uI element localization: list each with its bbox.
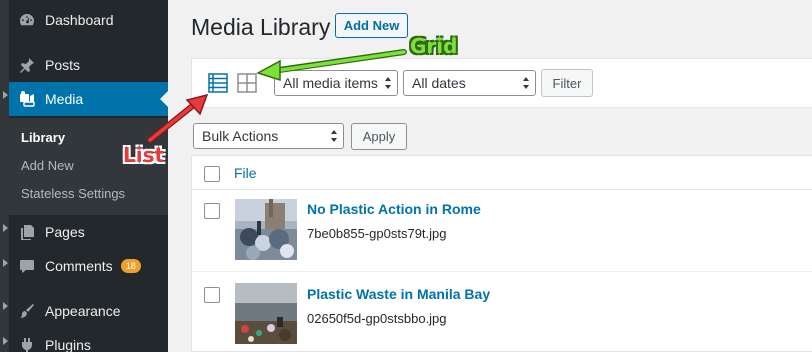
row-checkbox[interactable] — [204, 287, 220, 303]
sidebar-item-comments[interactable]: Comments 18 — [0, 249, 168, 283]
sidebar-item-posts[interactable]: Posts — [0, 48, 168, 82]
submenu-item-stateless-settings[interactable]: Stateless Settings — [21, 186, 125, 201]
date-filter-value: All dates — [412, 75, 466, 91]
select-arrows-icon — [384, 76, 392, 90]
media-type-value: All media items — [283, 75, 378, 91]
sidebar-item-dashboard[interactable]: Dashboard — [0, 3, 168, 37]
page-title: Media Library — [191, 14, 331, 40]
sidebar-item-label: Posts — [45, 57, 81, 73]
table-row: Plastic Waste in Manila Bay 02650f5d-gp0… — [192, 271, 812, 351]
collapse-marker — [3, 337, 8, 345]
submenu-item-library[interactable]: Library — [21, 130, 65, 145]
table-row: No Plastic Action in Rome 7be0b855-gp0st… — [192, 191, 812, 271]
list-annotation-label: List — [123, 143, 165, 167]
sidebar-item-appearance[interactable]: Appearance — [0, 294, 168, 328]
media-filename: 7be0b855-gp0sts79t.jpg — [307, 226, 447, 241]
table-header: File — [192, 156, 812, 190]
collapse-marker — [3, 91, 8, 99]
media-title-link[interactable]: Plastic Waste in Manila Bay — [307, 286, 490, 302]
dashboard-icon — [18, 11, 36, 29]
current-indicator — [160, 91, 168, 107]
select-all-checkbox[interactable] — [204, 166, 220, 182]
grid-view-icon[interactable] — [237, 73, 257, 93]
collapse-marker — [3, 224, 8, 232]
media-title-link[interactable]: No Plastic Action in Rome — [307, 201, 481, 217]
pin-icon — [18, 56, 36, 74]
sidebar-item-pages[interactable]: Pages — [0, 215, 168, 249]
sidebar-item-label: Pages — [45, 224, 85, 240]
sidebar-edge-strip — [0, 0, 9, 352]
row-checkbox[interactable] — [204, 203, 220, 219]
column-header-file[interactable]: File — [234, 165, 257, 181]
select-arrows-icon — [330, 129, 338, 143]
list-view-icon[interactable] — [208, 73, 228, 93]
apply-button[interactable]: Apply — [351, 123, 407, 150]
media-toolbar: All media items All dates Filter — [191, 58, 812, 108]
bulk-actions-select[interactable]: Bulk Actions — [193, 123, 344, 149]
media-icon — [18, 90, 36, 108]
plugin-icon — [18, 336, 36, 352]
submenu-item-add-new[interactable]: Add New — [21, 158, 74, 173]
filter-button[interactable]: Filter — [541, 69, 593, 97]
admin-sidebar: Dashboard Posts Media Library Add New St… — [0, 0, 168, 352]
comments-count-badge: 18 — [120, 259, 141, 273]
media-type-select[interactable]: All media items — [274, 70, 398, 96]
media-thumbnail[interactable] — [235, 283, 297, 344]
sidebar-item-plugins[interactable]: Plugins — [0, 328, 168, 352]
media-thumbnail[interactable] — [235, 199, 297, 260]
media-filename: 02650f5d-gp0stsbbo.jpg — [307, 311, 447, 326]
date-select[interactable]: All dates — [403, 70, 536, 96]
media-list-table: File No Plastic Action in Rome 7be0b855-… — [191, 155, 812, 352]
sidebar-item-label: Dashboard — [45, 12, 114, 28]
grid-annotation-label: Grid — [410, 34, 458, 58]
select-arrows-icon — [522, 76, 530, 90]
brush-icon — [18, 302, 36, 320]
bulk-actions-value: Bulk Actions — [202, 128, 279, 144]
collapse-marker — [3, 302, 8, 310]
sidebar-item-label: Media — [45, 91, 84, 107]
collapse-marker — [3, 259, 8, 267]
sidebar-item-label: Comments — [45, 258, 113, 274]
comments-icon — [18, 257, 36, 275]
pages-icon — [18, 223, 36, 241]
sidebar-item-label: Appearance — [45, 303, 121, 319]
add-new-button[interactable]: Add New — [335, 13, 408, 38]
sidebar-item-media[interactable]: Media — [0, 82, 168, 116]
sidebar-item-label: Plugins — [45, 337, 91, 352]
